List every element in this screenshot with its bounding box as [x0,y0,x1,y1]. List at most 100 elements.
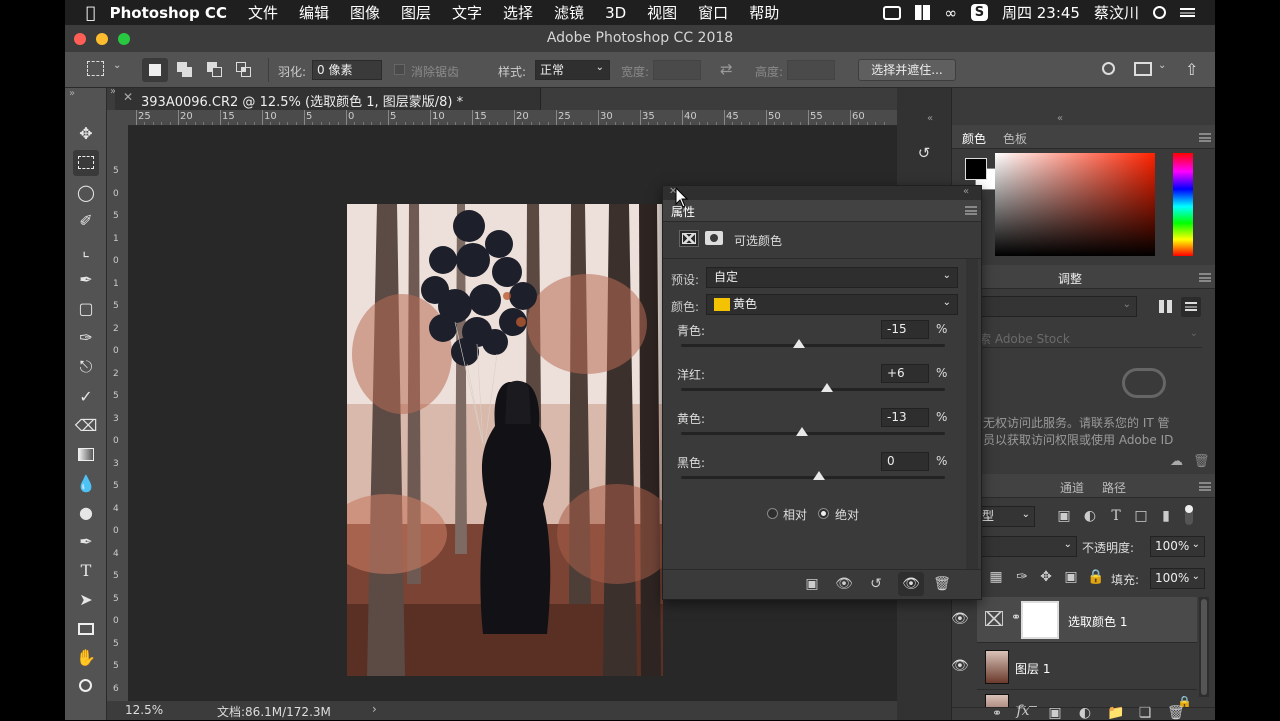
menu-select[interactable]: 选择 [503,2,533,23]
layers-scrollbar[interactable] [1199,597,1209,697]
app-menu[interactable]: Photoshop CC [110,4,227,22]
link-layers-icon[interactable]: ⚭ [989,706,1005,720]
slider-thumb[interactable] [813,471,825,480]
history-panel-icon[interactable]: ↺ [911,144,937,166]
layer-name[interactable]: 选取颜色 1 [1068,613,1127,630]
layer-style-icon[interactable]: fx [1015,703,1031,719]
move-tool-icon[interactable]: ✥ [73,121,99,147]
zoom-level[interactable]: 12.5% [125,703,163,717]
slider-value-input[interactable]: -15 [881,320,929,339]
healing-brush-tool-icon[interactable]: ▢ [73,296,99,322]
apple-icon[interactable]:  [86,3,96,22]
filter-toggle[interactable] [1185,505,1193,525]
toggle-visibility-icon[interactable]: 👁 [898,572,924,596]
height-input[interactable] [787,60,835,80]
history-brush-tool-icon[interactable]: ✓ [73,384,99,410]
fill-input[interactable]: 100% ⌄ [1150,568,1205,589]
add-mask-icon[interactable]: ▣ [1047,705,1063,721]
slider-thumb[interactable] [793,339,806,348]
status-menu-chevron-icon[interactable]: › [372,702,377,716]
collapse-panel-icon[interactable]: « [963,186,969,197]
properties-scrollbar[interactable] [966,259,978,569]
swap-dimensions-icon[interactable]: ⇄ [720,60,733,78]
filter-shape-icon[interactable]: □ [1134,508,1148,524]
new-group-icon[interactable]: 📁 [1107,705,1124,721]
library-select[interactable]: ⌄ [977,296,1137,317]
crop-tool-icon[interactable]: ⌞ [73,238,99,264]
cloud-sync-icon[interactable]: ∞ [944,4,957,22]
layer-filter-select[interactable]: 型 ⌄ [977,506,1035,527]
menu-edit[interactable]: 编辑 [299,2,329,23]
preset-select[interactable]: 自定 ⌄ [706,267,958,288]
reset-adjustment-icon[interactable]: ↺ [867,576,885,592]
slider-thumb[interactable] [820,383,833,392]
lock-artboard-icon[interactable]: ▣ [1064,569,1078,585]
path-selection-tool-icon[interactable]: ➤ [73,587,99,613]
zoom-window-button[interactable] [118,33,130,45]
adjustment-settings-icon[interactable] [679,230,699,247]
gradient-tool-icon[interactable] [73,442,99,468]
minimize-window-button[interactable] [96,33,108,45]
tab-swatches[interactable]: 色板 [1003,130,1027,147]
dodge-tool-icon[interactable]: ● [73,500,99,526]
collapse-dock-icon-2[interactable]: « [1057,113,1063,124]
menu-layer[interactable]: 图层 [401,2,431,23]
document-tab[interactable]: ✕ 393A0096.CR2 @ 12.5% (选取颜色 1, 图层蒙版/8) … [115,88,541,110]
color-picker-field[interactable] [995,153,1155,256]
share-icon[interactable]: ⇧ [1185,60,1198,79]
lasso-tool-icon[interactable]: ◯ [73,180,99,206]
menu-window[interactable]: 窗口 [698,2,728,23]
mask-settings-icon[interactable] [705,231,723,245]
slider-track[interactable] [681,344,945,347]
rectangle-tool-icon[interactable] [73,616,99,642]
subtract-from-selection-button[interactable] [202,58,228,82]
slider-value-input[interactable]: -13 [881,408,929,427]
list-view-icon[interactable] [1181,297,1201,317]
new-adjustment-icon[interactable]: ◐ [1077,705,1093,721]
panel-menu-icon[interactable] [1199,482,1211,491]
menu-filter[interactable]: 滤镜 [554,2,584,23]
width-input[interactable] [653,60,701,80]
lock-position-icon[interactable]: ✥ [1039,569,1053,585]
grid-view-icon[interactable] [1159,300,1172,313]
tab-paths[interactable]: 路径 [1102,479,1126,496]
tab-channels[interactable]: 通道 [1060,479,1084,496]
clone-stamp-tool-icon[interactable]: ⎋ [73,354,99,380]
add-to-selection-button[interactable] [172,58,198,82]
delete-adjustment-icon[interactable]: 🗑 [933,576,951,592]
view-previous-state-icon[interactable]: 👁 [835,576,853,592]
new-selection-button[interactable] [142,58,168,82]
notification-center-icon[interactable] [1180,8,1195,17]
antialias-checkbox[interactable] [394,64,405,75]
close-tab-icon[interactable]: ✕ [123,90,133,104]
panel-menu-icon[interactable] [965,206,977,215]
pen-tool-icon[interactable]: ✒ [73,529,99,555]
layer-row-layer-1[interactable]: 👁 图层 1 [951,644,1197,690]
creative-cloud-icon[interactable] [883,5,902,20]
intersect-selection-button[interactable] [231,58,257,82]
menu-view[interactable]: 视图 [647,2,677,23]
clip-to-layer-icon[interactable]: ▣ [803,576,821,592]
feather-input[interactable]: 0 像素 [312,60,382,80]
quick-selection-tool-icon[interactable]: ✐ [73,208,99,234]
brush-tool-icon[interactable]: ✑ [73,325,99,351]
method-absolute-label[interactable]: 绝对 [835,506,859,523]
collapse-panel-icon[interactable]: » [69,88,75,99]
layer-name[interactable]: 图层 1 [1015,660,1050,677]
colors-select[interactable]: 黄色 ⌄ [706,294,958,315]
filter-type-icon[interactable]: T [1109,508,1123,524]
method-absolute-radio[interactable] [818,508,829,519]
layer-row-selective-color[interactable]: 👁 ⚭ 选取颜色 1 [951,597,1197,643]
close-window-button[interactable] [74,33,86,45]
filter-smart-object-icon[interactable]: ▮ [1159,508,1173,524]
new-layer-icon[interactable]: ❏ [1137,705,1153,721]
preset-dropdown-chevron-icon[interactable]: ⌄ [113,60,121,71]
menu-file[interactable]: 文件 [248,2,278,23]
cloud-sync-icon[interactable]: ☁ [1170,454,1183,469]
tab-color[interactable]: 颜色 [962,130,986,147]
menu-type[interactable]: 文字 [452,2,482,23]
marquee-tool-icon[interactable] [73,150,99,176]
opacity-input[interactable]: 100% ⌄ [1150,536,1205,557]
method-relative-label[interactable]: 相对 [783,506,807,523]
spotlight-icon[interactable] [1153,6,1166,19]
